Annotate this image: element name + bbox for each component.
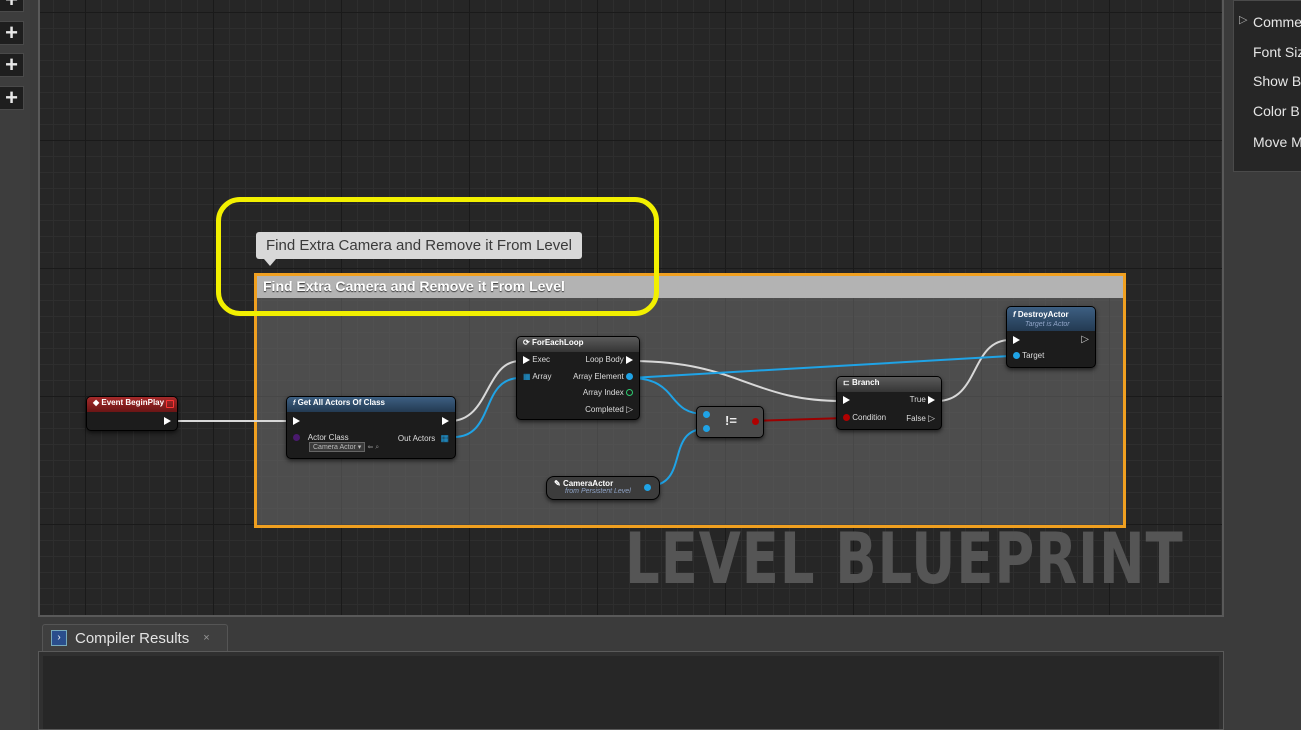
plus-icon: +: [5, 0, 18, 11]
camera-actor-subtitle: from Persistent Level: [565, 488, 631, 495]
branch-header: ⊏ Branch: [837, 377, 941, 392]
loop-body-label: Loop Body: [585, 355, 624, 364]
bool-wire: [751, 417, 847, 422]
detail-item-comment[interactable]: Comme: [1253, 14, 1301, 30]
branch-icon: ⊏: [843, 378, 850, 387]
browse-icon[interactable]: ⇐ ⌕: [368, 444, 380, 451]
destroy-actor-subtitle: Target is Actor: [1025, 321, 1070, 328]
array-index-pin[interactable]: [626, 389, 633, 397]
tab-label: Compiler Results: [75, 629, 190, 647]
event-diamond-icon: ◆: [93, 398, 100, 407]
array-pin-icon[interactable]: ▦: [440, 433, 449, 443]
result-pin[interactable]: [752, 418, 759, 425]
function-icon: f: [1013, 310, 1016, 319]
target-pin[interactable]: [1013, 352, 1020, 360]
exec-in-pin[interactable]: [843, 395, 850, 404]
detail-item-move-mode[interactable]: Move M: [1253, 134, 1301, 150]
compiler-results-icon: ›: [51, 630, 67, 646]
object-array-wire: [453, 377, 521, 438]
detail-item-show-bubble[interactable]: Show B: [1253, 73, 1301, 89]
get-all-actors-header: f Get All Actors Of Class: [287, 397, 455, 412]
destroy-actor-title: DestroyActor: [1017, 310, 1069, 319]
destroy-actor-header: f DestroyActor Target is Actor: [1007, 307, 1095, 331]
exec-in-pin[interactable]: [523, 355, 530, 364]
condition-label: Condition: [852, 413, 887, 422]
false-pin[interactable]: ▷: [928, 413, 935, 423]
false-label: False: [906, 414, 926, 423]
a-pin[interactable]: [703, 411, 710, 418]
tab-compiler-results[interactable]: › Compiler Results ×: [42, 624, 228, 651]
event-begin-play-title: Event BeginPlay: [101, 398, 165, 407]
true-pin[interactable]: [928, 395, 935, 404]
completed-label: Completed: [585, 405, 624, 414]
for-each-loop-header: ⟳ ForEachLoop: [517, 337, 639, 352]
get-all-actors-node[interactable]: f Get All Actors Of Class Actor Class Ca…: [286, 396, 456, 459]
for-each-loop-node[interactable]: ⟳ ForEachLoop Exec Loop Body ▦ Array Arr…: [516, 336, 640, 420]
condition-pin[interactable]: [843, 414, 850, 422]
object-wire: [629, 355, 1011, 379]
b-pin[interactable]: [703, 425, 710, 432]
get-all-actors-title: Get All Actors Of Class: [297, 398, 386, 407]
completed-pin[interactable]: ▷: [626, 404, 633, 414]
plus-icon: +: [5, 85, 18, 110]
camera-actor-node[interactable]: ✎ CameraActor from Persistent Level: [546, 476, 660, 500]
event-begin-play-node[interactable]: ◆ Event BeginPlay: [86, 396, 178, 431]
macro-icon: ⟳: [523, 338, 530, 347]
exec-in-pin[interactable]: [1013, 335, 1020, 344]
plus-icon: +: [5, 20, 18, 45]
function-icon: f: [293, 400, 296, 407]
loop-body-pin[interactable]: [626, 355, 633, 364]
array-element-pin[interactable]: [626, 373, 633, 381]
class-pin[interactable]: [293, 434, 300, 442]
array-label: Array: [532, 372, 552, 381]
event-begin-play-header: ◆ Event BeginPlay: [87, 397, 177, 412]
exec-wire: [936, 339, 1011, 402]
actor-class-dropdown[interactable]: Camera Actor ▾: [309, 442, 366, 452]
exec-out-pin[interactable]: [442, 416, 449, 425]
object-wire: [629, 377, 706, 415]
exec-out-pin[interactable]: [164, 416, 171, 425]
camera-actor-out-pin[interactable]: [644, 484, 651, 491]
exec-label: Exec: [532, 355, 551, 364]
destroy-actor-node[interactable]: f DestroyActor Target is Actor ▷ Target: [1006, 306, 1096, 368]
actor-ref-icon: ✎: [554, 479, 561, 488]
branch-title: Branch: [851, 378, 880, 387]
camera-actor-title: CameraActor: [562, 479, 614, 488]
exec-out-pin[interactable]: ▷: [1081, 334, 1089, 345]
add-button-2[interactable]: +: [0, 21, 24, 45]
blueprint-graph-canvas[interactable]: LEVEL BLUEPRINT Find Extra Camera and Re…: [38, 0, 1224, 617]
highlight-ring: [216, 197, 659, 316]
add-button-1[interactable]: +: [0, 0, 24, 12]
details-panel: ▷ Comme Font Siz Show B Color B Move M: [1233, 0, 1301, 172]
left-toolbar: + + + +: [0, 0, 30, 730]
true-label: True: [909, 395, 926, 404]
add-button-3[interactable]: +: [0, 53, 24, 77]
close-icon[interactable]: ×: [203, 632, 209, 644]
delegate-pin-icon[interactable]: [166, 400, 174, 408]
detail-item-color-bubble[interactable]: Color B: [1253, 103, 1300, 119]
not-equal-node[interactable]: !=: [696, 406, 764, 438]
not-equal-symbol: !=: [725, 413, 737, 428]
compiler-results-list: [43, 656, 1219, 729]
array-index-label: Array Index: [582, 388, 624, 397]
out-actors-label: Out Actors: [397, 434, 436, 443]
target-label: Target: [1022, 351, 1045, 360]
exec-in-pin[interactable]: [293, 416, 300, 425]
branch-node[interactable]: ⊏ Branch True Condition False ▷: [836, 376, 942, 430]
array-element-label: Array Element: [573, 372, 624, 381]
compiler-results-panel: [38, 651, 1224, 730]
for-each-loop-title: ForEachLoop: [531, 338, 584, 347]
detail-item-font-size[interactable]: Font Siz: [1253, 44, 1301, 60]
plus-icon: +: [5, 52, 18, 77]
array-pin-icon[interactable]: ▦: [523, 372, 531, 381]
expand-arrow-icon[interactable]: ▷: [1239, 13, 1247, 26]
actor-class-label: Actor Class: [307, 433, 349, 442]
add-button-4[interactable]: +: [0, 86, 24, 110]
